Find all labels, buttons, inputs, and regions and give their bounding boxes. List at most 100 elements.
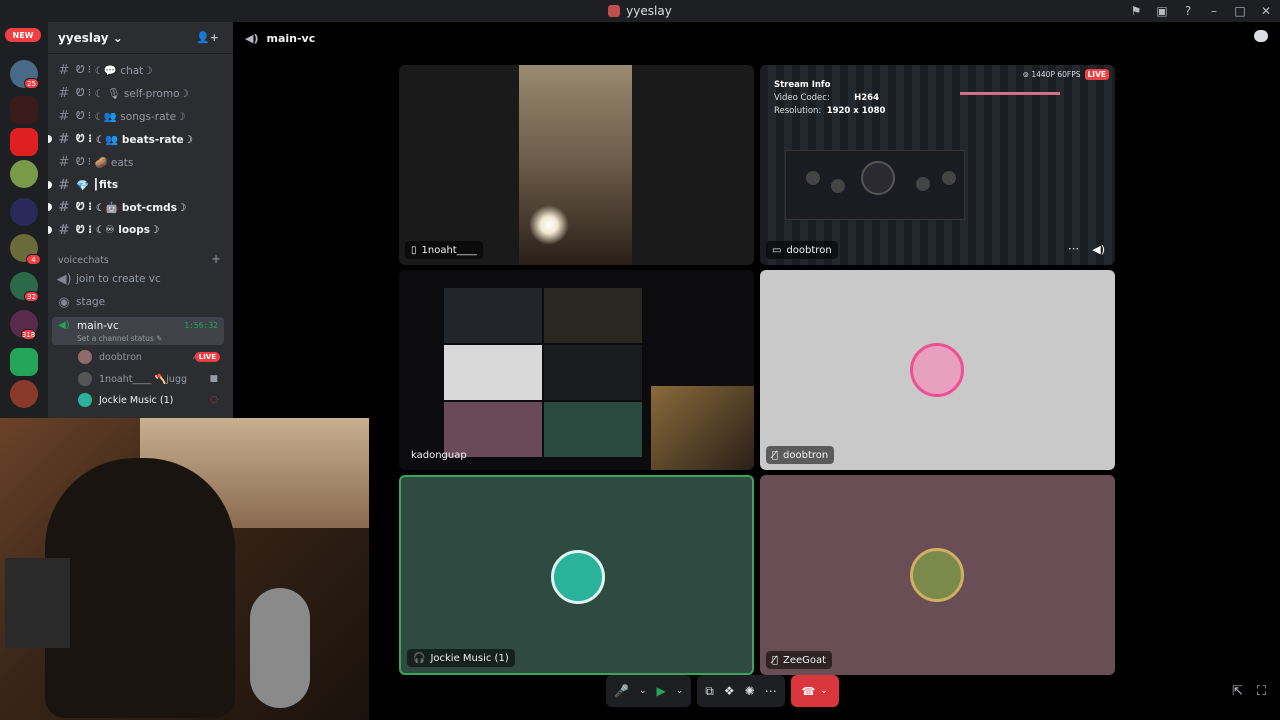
guild-header[interactable]: yyeslay ⌄ 👤+ xyxy=(48,22,233,54)
streamer-webcam-overlay xyxy=(0,418,369,720)
activities-icon[interactable]: ❖ xyxy=(724,684,735,698)
active-voice-channel[interactable]: ◀) main-vc 1:56:32 Set a channel status … xyxy=(52,317,224,345)
channel-item[interactable]: # Ꮼ ⁝ ☾🤖 bot-cmds☽ xyxy=(48,197,226,217)
hash-icon: # xyxy=(58,199,70,215)
resolution-label: Resolution: xyxy=(774,106,822,116)
channel-item[interactable]: # Ꮼ ⁝ 🥔 eats xyxy=(56,152,226,172)
corner-actions: ⇱ ⛶ xyxy=(1232,684,1266,699)
app-icon xyxy=(608,5,621,17)
speaker-icon: ◀) xyxy=(58,320,70,331)
chat-icon[interactable] xyxy=(1254,30,1268,42)
hash-icon: # xyxy=(58,177,70,193)
tile-label: ▭ doobtron xyxy=(766,241,838,259)
knob xyxy=(861,161,895,195)
avatar xyxy=(910,343,964,397)
unread-indicator xyxy=(48,226,52,234)
close-button[interactable]: ✕ xyxy=(1258,4,1274,18)
inbox-icon[interactable]: ⚑ xyxy=(1128,4,1144,18)
mini-screen xyxy=(544,402,642,457)
call-controls: 🎤 ⌄ ▶ ⌄ ⧉ ❖ ✺ ⋯ ☎ ⌄ xyxy=(606,675,839,707)
camera-icon[interactable]: ▶ xyxy=(657,684,666,698)
fullscreen-icon[interactable]: ⛶ xyxy=(1257,684,1266,699)
plugin-window xyxy=(785,150,965,220)
stream-quality: ⊚ 1440P 60FPS LIVE xyxy=(1023,69,1109,80)
hash-icon: # xyxy=(58,85,70,101)
avatar xyxy=(78,350,92,364)
microphone-icon[interactable]: 🎤 xyxy=(614,684,629,698)
deafened-icon: ◌ xyxy=(210,395,218,405)
guild-name: yyeslay ⌄ xyxy=(58,30,123,45)
video-tile[interactable]: 🎙̸ doobtron xyxy=(760,270,1115,470)
knob xyxy=(916,177,930,191)
add-channel-icon[interactable]: + xyxy=(211,252,221,266)
channel-item[interactable]: # Ꮼ ⁝ ☾ 🎙 self-promo☽ xyxy=(56,83,226,103)
youtube-server-icon[interactable] xyxy=(10,128,38,156)
soundboard-icon[interactable]: ✺ xyxy=(745,684,755,698)
hash-icon: # xyxy=(58,108,70,124)
server-badge: 318 xyxy=(21,329,36,340)
video-tile[interactable]: ▯ 1noaht____ xyxy=(399,65,754,265)
voice-timer: 1:56:32 xyxy=(184,321,218,330)
voice-user[interactable]: Jockie Music (1) ◌ xyxy=(78,390,224,410)
voice-user[interactable]: 1noaht____ 🪓jugg ■ xyxy=(78,369,224,389)
screen-share-icon[interactable]: ⧉ xyxy=(705,684,714,699)
unread-indicator xyxy=(48,135,52,143)
hash-icon: # xyxy=(58,222,70,238)
add-member-icon[interactable]: 👤+ xyxy=(196,31,219,44)
tile-label: 🎧 Jockie Music (1) xyxy=(407,649,515,667)
speaker-icon: ◀) xyxy=(245,31,259,45)
person-silhouette xyxy=(45,458,235,718)
tile-label: 🎙̸ ZeeGoat xyxy=(766,651,833,669)
speaker-icon: ◀) xyxy=(56,271,72,287)
server-icon[interactable] xyxy=(10,380,38,408)
voice-user[interactable]: doobtron ⁄ LIVE xyxy=(78,347,224,367)
video-tile[interactable]: 🎙̸ ZeeGoat xyxy=(760,475,1115,675)
avatar xyxy=(551,550,605,604)
screen-icon[interactable]: ▣ xyxy=(1154,4,1170,18)
voice-channel-name: main-vc xyxy=(77,320,119,332)
chevron-down-icon[interactable]: ⌄ xyxy=(676,686,684,696)
playlist-clip xyxy=(960,92,1060,95)
server-folder-icon[interactable] xyxy=(10,198,38,226)
chevron-down-icon[interactable]: ⌄ xyxy=(820,686,828,696)
channel-item[interactable]: # Ꮼ ⁝ ☾👥 beats-rate☽ xyxy=(48,129,226,149)
microphone xyxy=(250,588,310,708)
channel-item[interactable]: # 💎 ┃fits xyxy=(48,175,226,195)
minimize-button[interactable]: – xyxy=(1206,4,1222,18)
mic-muted-icon: 🎙̸ xyxy=(772,449,779,461)
maximize-button[interactable]: □ xyxy=(1232,4,1248,18)
server-icon[interactable] xyxy=(10,348,38,376)
live-badge: LIVE xyxy=(1084,69,1109,80)
server-icon[interactable] xyxy=(10,96,38,124)
phone-icon: ▯ xyxy=(411,244,417,256)
mic-camera-group: 🎤 ⌄ ▶ ⌄ xyxy=(606,675,692,707)
voice-channel-item[interactable]: ◀) join to create vc xyxy=(56,269,226,289)
new-badge[interactable]: NEW xyxy=(5,28,41,42)
stream-tile[interactable]: kadonguap xyxy=(399,270,754,470)
screen-icon: ▭ xyxy=(772,244,782,256)
channel-item[interactable]: # Ꮼ ⁝ ☾👥 songs-rate☽ xyxy=(56,106,226,126)
category-label[interactable]: voicechats xyxy=(58,255,109,266)
unread-indicator xyxy=(48,181,52,189)
knob xyxy=(806,171,820,185)
chevron-down-icon[interactable]: ⌄ xyxy=(639,686,647,696)
hash-icon: # xyxy=(58,131,70,147)
popout-icon[interactable]: ⇱ xyxy=(1232,684,1243,699)
more-options-icon[interactable]: ⋯ xyxy=(1068,242,1079,255)
help-icon[interactable]: ? xyxy=(1180,4,1196,18)
channel-title: main-vc xyxy=(266,31,316,45)
stage-channel-item[interactable]: ◉ stage xyxy=(56,292,226,312)
disconnect-button[interactable]: ☎ ⌄ xyxy=(790,675,839,707)
window-title: yyeslay xyxy=(626,4,672,18)
video-tile[interactable]: 🎧 Jockie Music (1) xyxy=(399,475,754,675)
voice-topbar: ◀) main-vc xyxy=(233,22,1280,54)
channel-status[interactable]: Set a channel status ✎ xyxy=(77,334,162,343)
stream-tile[interactable]: Stream Info Video Codec: H264 Resolution… xyxy=(760,65,1115,265)
server-icon[interactable] xyxy=(10,160,38,188)
channel-item[interactable]: # Ꮼ ⁝ ☾💬 chat☽ xyxy=(56,60,226,80)
mini-screen xyxy=(544,345,642,400)
channel-item[interactable]: # Ꮼ ⁝ ☾♾ loops☽ xyxy=(48,220,226,240)
volume-icon[interactable]: ◀) xyxy=(1092,243,1105,256)
stream-info-overlay: Stream Info Video Codec: H264 Resolution… xyxy=(774,79,885,118)
more-icon[interactable]: ⋯ xyxy=(765,684,777,698)
